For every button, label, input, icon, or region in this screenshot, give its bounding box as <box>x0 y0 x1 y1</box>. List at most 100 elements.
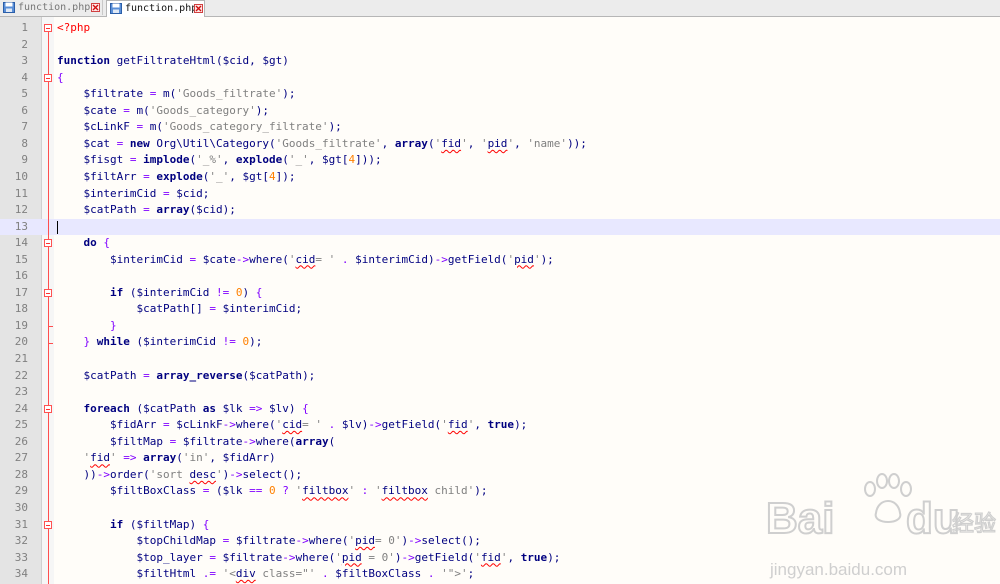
line-number: 6 <box>21 103 28 117</box>
code-token: -> <box>434 252 448 266</box>
code-token: new <box>129 136 150 150</box>
code-token: ( <box>123 285 137 299</box>
code-token: m( <box>162 87 177 101</box>
code-token: $top_layer <box>136 550 203 564</box>
line-number: 24 <box>14 401 28 415</box>
close-icon[interactable] <box>194 4 203 13</box>
code-line[interactable]: 25 $fidArr = $cLinkF->where('cid= ' . $l… <box>0 417 1000 434</box>
code-token: = <box>215 534 236 548</box>
tab-function-php-1[interactable]: function.php <box>0 0 103 15</box>
code-token: = <box>129 120 150 134</box>
close-icon[interactable] <box>91 3 100 12</box>
code-text: $topChildMap = $filtrate->where('pid= 0'… <box>57 533 480 550</box>
line-number: 10 <box>14 169 28 183</box>
code-line[interactable]: 5 $filtrate = m('Goods_filtrate'); <box>0 86 1000 103</box>
code-line[interactable]: 16 <box>0 268 1000 285</box>
code-token: $lk <box>222 401 243 415</box>
code-token: explode <box>156 169 203 183</box>
code-line[interactable]: 34 $filtHtml .= '<div class="' . $filtBo… <box>0 566 1000 583</box>
code-line[interactable]: 31 if ($filtMap) { <box>0 517 1000 534</box>
code-token: { <box>202 517 210 531</box>
code-line[interactable]: 3 function getFiltrateHtml($cid, $gt) <box>0 53 1000 70</box>
code-token: $interimCid <box>222 302 296 316</box>
text-caret <box>57 220 58 234</box>
code-line[interactable]: 19 } <box>0 318 1000 335</box>
code-line[interactable]: 27 'fid' => array('in', $fidArr) <box>0 450 1000 467</box>
code-line[interactable]: 33 $top_layer = $filtrate->where('pid = … <box>0 550 1000 567</box>
line-number: 33 <box>14 550 28 564</box>
line-number: 34 <box>14 567 28 581</box>
code-line[interactable]: 8 $cat = new Org\Util\Category('Goods_fi… <box>0 136 1000 153</box>
code-line[interactable]: 22 $catPath = array_reverse($catPath); <box>0 368 1000 385</box>
code-line[interactable]: 15 $interimCid = $cate->where('cid= ' . … <box>0 252 1000 269</box>
code-line[interactable]: 13 <box>0 218 1000 236</box>
code-line[interactable]: 4{ <box>0 70 1000 87</box>
code-line[interactable]: 1 <?php <box>0 20 1000 37</box>
line-number: 22 <box>14 368 28 382</box>
tab-function-php-2[interactable]: function.php <box>106 0 205 17</box>
code-line[interactable]: 32 $topChildMap = $filtrate->where('pid=… <box>0 533 1000 550</box>
code-token: . <box>321 418 342 432</box>
code-token: -> <box>408 534 422 548</box>
code-text: $filtArr = explode('_', $gt[4]); <box>57 169 296 186</box>
code-line[interactable]: 6 $cate = m('Goods_category'); <box>0 103 1000 120</box>
code-token: = <box>123 153 144 167</box>
code-token: ' <box>335 550 342 564</box>
save-icon <box>110 3 122 14</box>
code-editor[interactable]: 1 <?php 2 3 function getFiltrateHtml($cid, $… <box>0 17 1000 584</box>
fold-toggle-icon[interactable] <box>44 24 52 33</box>
code-token: pid <box>341 550 362 564</box>
fold-toggle-icon[interactable] <box>44 404 52 413</box>
line-number: 28 <box>14 467 28 481</box>
fold-toggle-icon[interactable] <box>44 73 52 82</box>
code-line[interactable]: 9 $fisgt = implode('_%', explode('_', $g… <box>0 152 1000 169</box>
code-token: , <box>229 169 243 183</box>
code-line[interactable]: 10 $filtArr = explode('_', $gt[4]); <box>0 169 1000 186</box>
code-token: fid <box>90 451 110 465</box>
fold-toggle-icon[interactable] <box>44 289 52 298</box>
code-line[interactable]: 29 $filtBoxClass = ($lk == 0 ? 'filtbox'… <box>0 483 1000 500</box>
code-line[interactable]: 28 ))->order('sort desc')->select(); <box>0 467 1000 484</box>
code-token: fid <box>441 136 462 150</box>
code-token: $lv <box>341 418 362 432</box>
code-token: , <box>249 54 263 68</box>
code-token: ( <box>328 434 336 448</box>
code-token: ' <box>441 418 448 432</box>
code-token: m( <box>149 120 163 134</box>
fold-toggle-icon[interactable] <box>44 239 52 248</box>
code-line[interactable]: 2 <box>0 37 1000 54</box>
code-line[interactable]: 12 $catPath = array($cid); <box>0 202 1000 219</box>
code-line[interactable]: 24 foreach ($catPath as $lk => $lv) { <box>0 401 1000 418</box>
code-token: true <box>520 550 548 564</box>
code-token: fid <box>447 418 468 432</box>
code-token: where( <box>295 550 336 564</box>
code-line[interactable]: 21 <box>0 351 1000 368</box>
code-token: , <box>514 136 528 150</box>
code-line[interactable]: 23 <box>0 384 1000 401</box>
code-token: -> <box>401 550 415 564</box>
code-line[interactable]: 20 } while ($interimCid != 0); <box>0 334 1000 351</box>
code-line[interactable]: 11 $interimCid = $cid; <box>0 186 1000 203</box>
code-token: $interimCid <box>143 335 216 349</box>
code-token: -> <box>368 418 382 432</box>
code-token: -> <box>295 534 309 548</box>
code-line[interactable]: 14 do { <box>0 235 1000 252</box>
code-line[interactable]: 18 $catPath[] = $interimCid; <box>0 301 1000 318</box>
fold-toggle-icon[interactable] <box>44 520 52 529</box>
code-token: -> <box>282 550 296 564</box>
code-token: getField( <box>447 252 508 266</box>
code-line[interactable]: 7 $cLinkF = m('Goods_category_filtrate')… <box>0 119 1000 136</box>
code-token: array <box>394 136 428 150</box>
code-line[interactable]: 30 <box>0 500 1000 517</box>
code-line[interactable]: 26 $filtMap = $filtrate->where(array( <box>0 434 1000 451</box>
code-token: $catPath <box>83 368 137 382</box>
code-line[interactable]: 17 if ($interimCid != 0) { <box>0 285 1000 302</box>
code-token: array <box>143 451 177 465</box>
line-number: 16 <box>14 269 28 283</box>
